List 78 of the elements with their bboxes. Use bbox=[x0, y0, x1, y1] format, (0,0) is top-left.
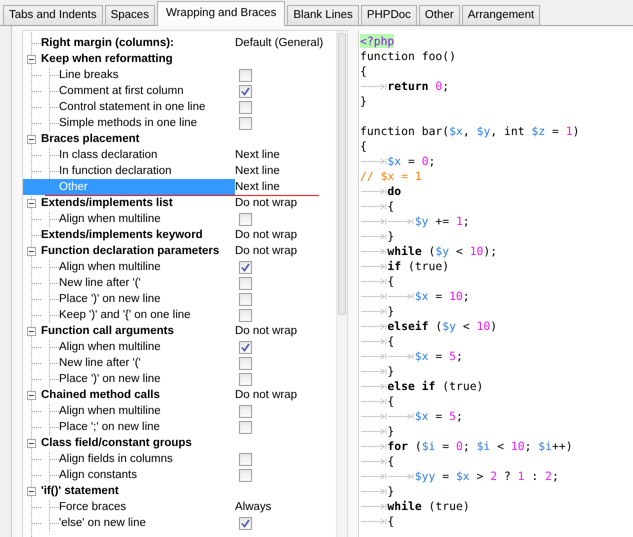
code-line: } bbox=[387, 484, 394, 499]
code-line: while ($y < 10); bbox=[387, 244, 498, 259]
tab[interactable]: Arrangement bbox=[462, 5, 540, 25]
setting-label[interactable]: Keep ')' and '{' on one line bbox=[59, 307, 235, 323]
setting-label[interactable]: Extends/implements list bbox=[41, 195, 235, 211]
setting-value[interactable]: Do not wrap bbox=[235, 389, 298, 401]
code-line: } bbox=[387, 364, 394, 379]
setting-label[interactable]: Align when multiline bbox=[59, 403, 235, 419]
setting-label[interactable]: 'else' on new line bbox=[59, 515, 235, 531]
setting-label[interactable]: Line breaks bbox=[59, 67, 235, 83]
code-line: for ($i = 0; $i < 10; $i++) bbox=[387, 439, 573, 454]
code-line: { bbox=[387, 514, 394, 529]
code-line: if (true) bbox=[387, 259, 450, 274]
setting-label[interactable]: Simple methods in one line bbox=[59, 115, 235, 131]
code-line: { bbox=[387, 454, 394, 469]
setting-label[interactable]: 'if()' statement bbox=[41, 483, 235, 499]
setting-value[interactable]: Always bbox=[235, 501, 272, 513]
setting-label[interactable]: Place ';' on new line bbox=[59, 419, 235, 435]
setting-label[interactable]: Align constants bbox=[59, 467, 235, 483]
code-line: return 0; bbox=[387, 79, 450, 94]
setting-value[interactable]: Do not wrap bbox=[235, 229, 298, 241]
code-line: { bbox=[387, 394, 394, 409]
setting-label[interactable]: Align fields in columns bbox=[59, 451, 235, 467]
code-line: do bbox=[387, 184, 402, 199]
setting-label[interactable]: Extends/implements keyword bbox=[41, 227, 235, 243]
code-line: { bbox=[387, 334, 394, 349]
tab[interactable]: Other bbox=[418, 5, 460, 25]
code-line: elseif ($y < 10) bbox=[387, 319, 498, 334]
setting-label[interactable]: New line after '(' bbox=[59, 275, 235, 291]
code-line: while (true) bbox=[387, 499, 470, 514]
setting-label[interactable]: Keep when reformatting bbox=[41, 51, 235, 67]
setting-label[interactable]: Place ')' on new line bbox=[59, 371, 235, 387]
setting-value[interactable]: Next line bbox=[235, 149, 280, 161]
setting-label[interactable]: In function declaration bbox=[59, 163, 235, 179]
code-line: } bbox=[387, 424, 394, 439]
setting-label[interactable]: Align when multiline bbox=[59, 259, 235, 275]
setting-label[interactable]: Control statement in one line bbox=[59, 99, 235, 115]
code-line: } bbox=[360, 94, 367, 109]
setting-value[interactable]: Next line bbox=[235, 181, 280, 193]
setting-value[interactable]: Do not wrap bbox=[235, 197, 298, 209]
setting-label[interactable]: Braces placement bbox=[41, 131, 235, 147]
setting-value[interactable]: Do not wrap bbox=[235, 325, 298, 337]
setting-label[interactable]: Function call arguments bbox=[41, 323, 235, 339]
code-line: function foo() bbox=[360, 49, 456, 64]
code-line: $x = 5; bbox=[414, 409, 463, 424]
setting-value[interactable]: Next line bbox=[235, 165, 280, 177]
setting-label[interactable]: Function declaration parameters bbox=[41, 243, 235, 259]
code-line: { bbox=[387, 199, 394, 214]
code-line: $x = 10; bbox=[414, 289, 470, 304]
setting-label[interactable]: Align when multiline bbox=[59, 211, 235, 227]
tab[interactable]: Spaces bbox=[104, 5, 155, 25]
code-line: { bbox=[360, 139, 367, 154]
setting-label[interactable]: New line after '(' bbox=[59, 355, 235, 371]
code-line: else if (true) bbox=[387, 379, 484, 394]
code-line: $x = 5; bbox=[414, 349, 463, 364]
setting-label[interactable]: Right margin (columns): bbox=[41, 35, 235, 51]
code-line: $yy = $x > 2 ? 1 : 2; bbox=[414, 469, 559, 484]
setting-label[interactable]: Comment at first column bbox=[59, 83, 235, 99]
tab[interactable]: Tabs and Indents bbox=[3, 5, 103, 25]
code-line: $y += 1; bbox=[414, 214, 470, 229]
setting-label[interactable]: Force braces bbox=[59, 499, 235, 515]
code-line: $x = 0; bbox=[387, 154, 436, 169]
code-line: // $x = 1 bbox=[360, 169, 422, 184]
setting-value[interactable]: Do not wrap bbox=[235, 245, 298, 257]
tab[interactable]: Blank Lines bbox=[287, 5, 359, 25]
code-line: { bbox=[360, 64, 367, 79]
tab[interactable]: PHPDoc bbox=[360, 5, 417, 25]
code-line: { bbox=[387, 274, 394, 289]
setting-label[interactable]: Class field/constant groups bbox=[41, 435, 235, 451]
setting-label[interactable]: In class declaration bbox=[59, 147, 235, 163]
code-line: } bbox=[387, 229, 394, 244]
tab[interactable]: Wrapping and Braces bbox=[156, 1, 286, 26]
code-line: } bbox=[387, 304, 394, 319]
setting-value[interactable]: Default (General) bbox=[235, 37, 324, 49]
code-line: function bar($x, $y, int $z = 1) bbox=[360, 124, 580, 139]
setting-label[interactable]: Place ')' on new line bbox=[59, 291, 235, 307]
setting-label[interactable]: Chained method calls bbox=[41, 387, 235, 403]
setting-label[interactable]: Align when multiline bbox=[59, 339, 235, 355]
